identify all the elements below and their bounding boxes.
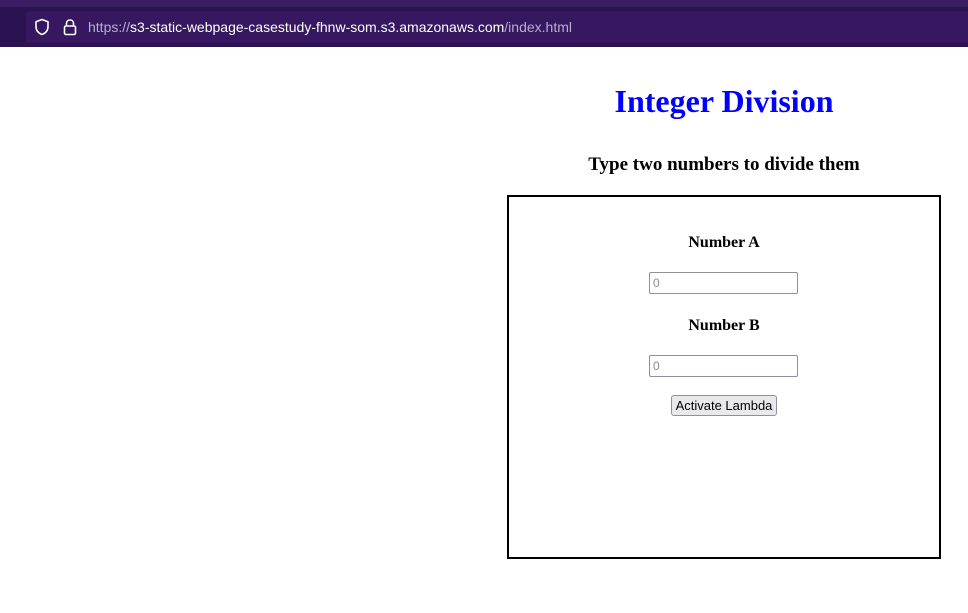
lock-icon[interactable]: [61, 17, 79, 37]
page-subtitle: Type two numbers to divide them: [588, 154, 860, 175]
division-form: Number A Number B Activate Lambda: [507, 195, 941, 559]
address-bar[interactable]: https://s3-static-webpage-casestudy-fhnw…: [26, 11, 968, 43]
page-body: Integer Division Type two numbers to div…: [0, 47, 968, 613]
number-a-input[interactable]: [649, 272, 798, 294]
shield-icon[interactable]: [33, 17, 51, 37]
url-scheme: https://: [88, 19, 131, 35]
toolbar-top-strip: [0, 0, 968, 7]
browser-toolbar: https://s3-static-webpage-casestudy-fhnw…: [0, 0, 968, 47]
url-host: s3-static-webpage-casestudy-fhnw-som.s3.…: [130, 19, 505, 35]
number-b-label: Number B: [688, 317, 760, 334]
url-path: /index.html: [504, 19, 572, 35]
number-a-label: Number A: [688, 234, 760, 251]
number-b-input[interactable]: [649, 355, 798, 377]
url-text[interactable]: https://s3-static-webpage-casestudy-fhnw…: [88, 18, 572, 36]
page-title: Integer Division: [614, 83, 834, 119]
activate-lambda-button[interactable]: Activate Lambda: [671, 395, 777, 416]
